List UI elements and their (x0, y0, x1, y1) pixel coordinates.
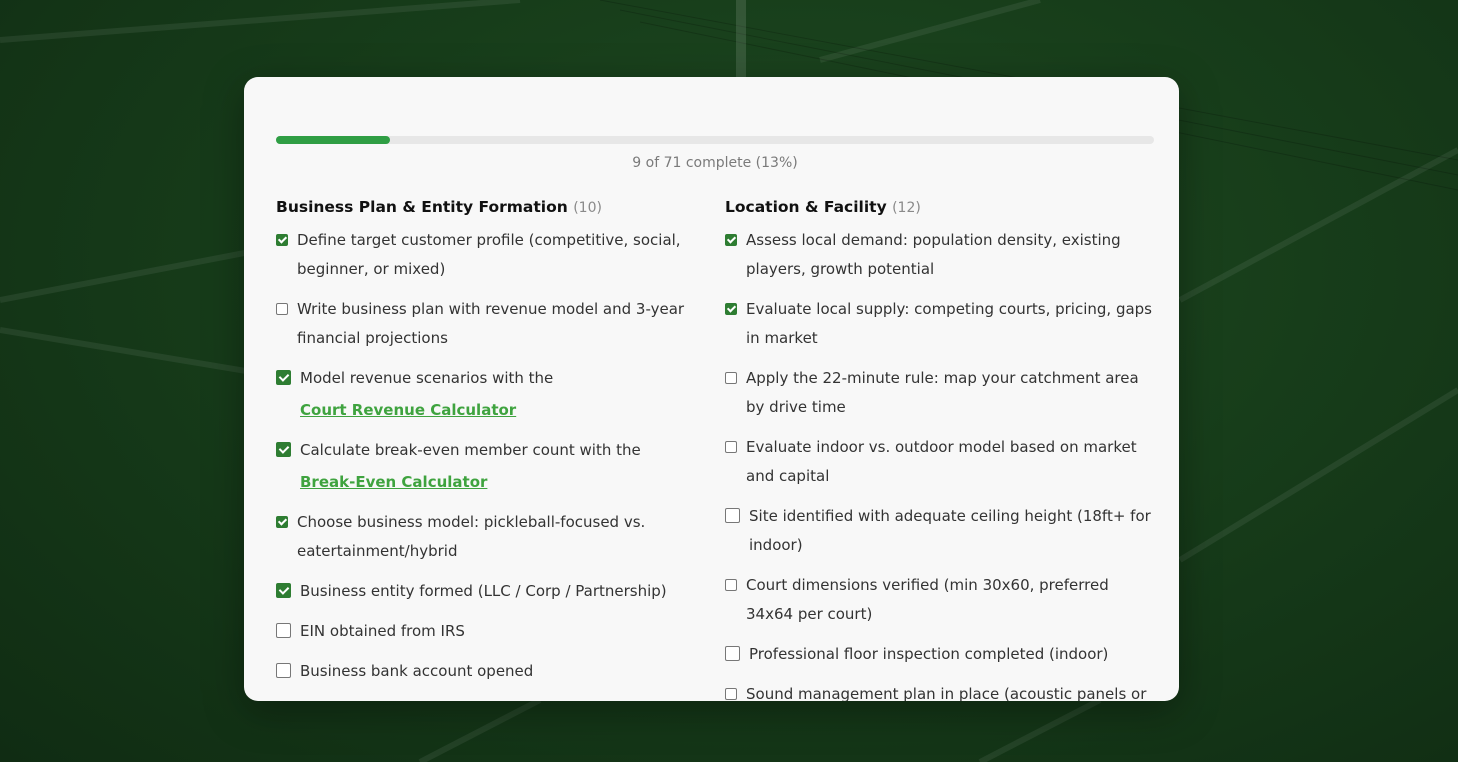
section-business-plan: Business Plan & Entity Formation (10) De… (276, 198, 686, 697)
checklist-item: Sound management plan in place (acoustic… (725, 680, 1155, 701)
checklist-item-label: Business entity formed (LLC / Corp / Par… (300, 582, 667, 600)
checklist-item-label: Professional floor inspection completed … (749, 645, 1109, 663)
checklist-item: Model revenue scenarios with the Court R… (276, 364, 686, 425)
break-even-calculator-link[interactable]: Break-Even Calculator (300, 468, 641, 497)
checkbox[interactable] (725, 234, 737, 246)
checklist-item-label: Business bank account opened (300, 662, 534, 680)
checklist-item: Court dimensions verified (min 30x60, pr… (725, 571, 1155, 629)
checklist-item: Assess local demand: population density,… (725, 226, 1155, 284)
checkbox[interactable] (276, 442, 291, 457)
checklist-item: Calculate break-even member count with t… (276, 436, 686, 497)
checklist-item-label: Assess local demand: population density,… (746, 231, 1121, 278)
checkbox[interactable] (725, 441, 737, 453)
checkbox[interactable] (725, 303, 737, 315)
checkbox[interactable] (725, 688, 737, 700)
checkbox[interactable] (276, 370, 291, 385)
checklist-item-label: Model revenue scenarios with the (300, 369, 554, 387)
checklist-item-label: Choose business model: pickleball-focuse… (297, 513, 646, 560)
checklist-item: Business bank account opened (276, 657, 686, 686)
checkbox[interactable] (276, 663, 291, 678)
progress-bar-fill (276, 136, 391, 144)
progress-bar (276, 136, 1154, 144)
checklist-item: Evaluate indoor vs. outdoor model based … (725, 433, 1155, 491)
checklist-item: Business entity formed (LLC / Corp / Par… (276, 577, 686, 606)
checklist-item: Professional floor inspection completed … (725, 640, 1155, 669)
checklist-item: EIN obtained from IRS (276, 617, 686, 646)
checkbox[interactable] (725, 508, 740, 523)
checklist-item: Evaluate local supply: competing courts,… (725, 295, 1155, 353)
checklist-item-label: Calculate break-even member count with t… (300, 441, 641, 459)
checklist-item-label: Apply the 22-minute rule: map your catch… (746, 369, 1139, 416)
checklist-item-label: Write business plan with revenue model a… (297, 300, 685, 347)
checklist-item-label: Define target customer profile (competit… (297, 231, 681, 278)
checklist-item-label: Evaluate local supply: competing courts,… (746, 300, 1152, 347)
checkbox[interactable] (276, 234, 288, 246)
section-count: (12) (892, 200, 921, 216)
checklist-item: Define target customer profile (competit… (276, 226, 686, 284)
section-count: (10) (573, 200, 602, 216)
checklist-item: Choose business model: pickleball-focuse… (276, 508, 686, 566)
section-title: Location & Facility (12) (725, 198, 921, 216)
checkbox[interactable] (276, 623, 291, 638)
checklist-item: Write business plan with revenue model a… (276, 295, 686, 353)
checklist-item-label: Court dimensions verified (min 30x60, pr… (746, 576, 1109, 623)
checkbox[interactable] (276, 583, 291, 598)
progress-label: 9 of 71 complete (13%) (632, 155, 798, 171)
checkbox[interactable] (276, 516, 288, 528)
checkbox[interactable] (725, 646, 740, 661)
checklist-item-label: Site identified with adequate ceiling he… (749, 507, 1151, 554)
checkbox[interactable] (725, 372, 737, 384)
checklist-item: Apply the 22-minute rule: map your catch… (725, 364, 1155, 422)
checklist-item-label: Sound management plan in place (acoustic… (746, 685, 1147, 701)
checkbox[interactable] (276, 303, 288, 315)
section-location-facility: Location & Facility (12) Assess local de… (725, 198, 1155, 701)
checklist-item-label: EIN obtained from IRS (300, 622, 465, 640)
court-revenue-calculator-link[interactable]: Court Revenue Calculator (300, 396, 553, 425)
checklist-item: Site identified with adequate ceiling he… (725, 502, 1155, 560)
section-title: Business Plan & Entity Formation (10) (276, 198, 602, 216)
checklist-card: 9 of 71 complete (13%) Business Plan & E… (244, 77, 1179, 701)
checkbox[interactable] (725, 579, 737, 591)
checklist-item-label: Evaluate indoor vs. outdoor model based … (746, 438, 1137, 485)
